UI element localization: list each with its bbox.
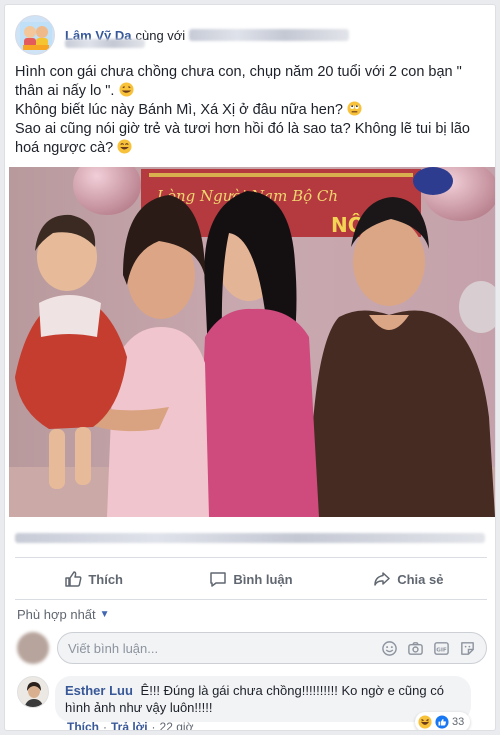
svg-text:GIF: GIF	[436, 647, 447, 653]
post-actions: Thích Bình luận Chia sẻ	[15, 563, 487, 595]
haha-reaction-icon	[418, 715, 432, 729]
divider-top	[15, 557, 487, 558]
grin-emoji-icon	[117, 139, 132, 154]
emoji-icon[interactable]	[381, 640, 398, 657]
camera-icon[interactable]	[407, 640, 424, 657]
divider-bottom	[15, 599, 487, 600]
tagged-names-blurred	[189, 29, 350, 41]
comment-sort-dropdown[interactable]: Phù hợp nhất ▼	[17, 607, 110, 622]
blurred-link	[15, 533, 485, 543]
like-reaction-icon	[435, 715, 449, 729]
post-text-line-1: Hình con gái chưa chồng chưa con, chụp n…	[15, 64, 462, 99]
comment-input-placeholder: Viết bình luận...	[68, 640, 159, 656]
like-button[interactable]: Thích	[15, 563, 172, 595]
viewer-avatar	[17, 632, 49, 664]
page-logo-icon	[20, 22, 52, 50]
comment-bubble: Esther Luu Ê!!! Đúng là gái chưa chồng!!…	[55, 676, 471, 722]
post-photo[interactable]: Lòng Người Nam Bộ Ch NÔI	[9, 167, 495, 517]
commenter-avatar[interactable]	[17, 676, 49, 708]
reaction-count: 33	[452, 716, 465, 728]
sticker-icon[interactable]	[459, 640, 476, 657]
comment-reactions[interactable]: 33	[415, 712, 471, 730]
post-card: Lâm Vỹ Dạ cùng với Hình con gái chưa chồ…	[4, 4, 496, 731]
comment-timestamp[interactable]: 22 giờ	[160, 720, 194, 730]
post-text-line-2: Không biết lúc này Bánh Mì, Xá Xị ở đâu …	[15, 102, 343, 118]
comment-meta: Thích · Trả lời · 22 giờ	[67, 720, 194, 730]
share-button[interactable]: Chia sẻ	[330, 563, 487, 595]
comment-input[interactable]: Viết bình luận... GIF	[57, 632, 487, 664]
caret-down-icon: ▼	[99, 609, 110, 620]
comment-icon	[210, 572, 227, 587]
rofl-emoji-icon	[118, 82, 134, 97]
gif-icon[interactable]: GIF	[433, 640, 450, 657]
page-avatar[interactable]	[15, 15, 55, 55]
post-header: Lâm Vỹ Dạ cùng với	[15, 15, 350, 55]
comment-like-link[interactable]: Thích	[67, 720, 99, 730]
comment-sort-label: Phù hợp nhất	[17, 607, 96, 622]
comment-composer: Viết bình luận... GIF	[17, 631, 487, 665]
share-icon	[374, 572, 390, 586]
like-icon	[65, 571, 82, 587]
comment-label: Bình luận	[233, 571, 293, 587]
commenter-avatar-image	[18, 677, 48, 707]
post-text-line-3: Sao ai cũng nói giờ trẻ và tươi hơn hồi …	[15, 121, 470, 156]
eye-roll-emoji-icon	[347, 101, 362, 116]
share-label: Chia sẻ	[397, 571, 444, 587]
like-label: Thích	[88, 571, 123, 587]
commenter-name[interactable]: Esther Luu	[65, 683, 133, 698]
post-text: Hình con gái chưa chồng chưa con, chụp n…	[15, 63, 490, 158]
comment-reply-link[interactable]: Trả lời	[111, 720, 148, 730]
blurred-link-bar	[15, 533, 485, 543]
photo-illustration: Lòng Người Nam Bộ Ch NÔI	[9, 167, 495, 517]
comment-button[interactable]: Bình luận	[172, 563, 329, 595]
post-meta-blurred	[65, 39, 145, 48]
